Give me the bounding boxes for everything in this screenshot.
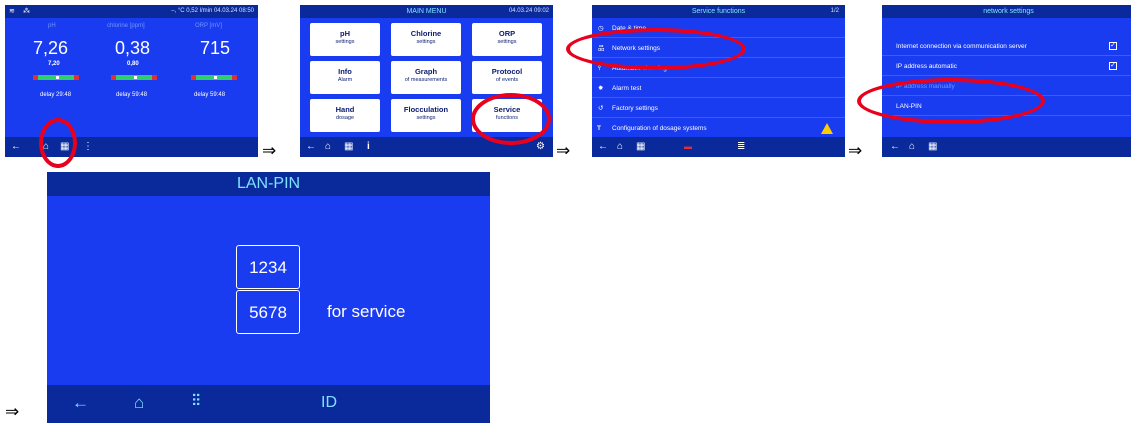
- gear-icon[interactable]: ⚙: [536, 137, 545, 157]
- title-bar: MAIN MENU 04.03.24 09:02: [300, 5, 553, 18]
- pin-field-1[interactable]: 1234: [236, 245, 300, 289]
- top-status-bar: ≋ ⁂ –, °C 0,52 l/min 04.03.24 08:50: [5, 5, 258, 18]
- tile-orp-settings[interactable]: ORP settings: [472, 23, 542, 56]
- highlight-circle-service-tile: [471, 93, 551, 145]
- highlight-circle-lan-pin: [857, 78, 1045, 124]
- flow-arrow-1: ⇒: [262, 141, 277, 161]
- tile-info-alarm[interactable]: Info Alarm: [310, 61, 380, 94]
- home-icon[interactable]: ⌂: [909, 137, 915, 157]
- back-arrow-icon[interactable]: ←: [11, 137, 21, 157]
- list-item-factory-settings[interactable]: ↺ Factory settings: [592, 99, 845, 118]
- id-button[interactable]: ID: [321, 394, 337, 412]
- flow-arrow-2: ⇒: [556, 141, 571, 161]
- menu-grid-icon[interactable]: ▦: [344, 137, 353, 157]
- checkbox-ip-automatic[interactable]: ✓: [1109, 62, 1117, 70]
- menu-grid-icon[interactable]: ▦: [636, 137, 645, 157]
- tile-chlorine-settings[interactable]: Chlorine settings: [391, 23, 461, 56]
- back-arrow-icon[interactable]: ←: [598, 137, 608, 157]
- back-arrow-icon[interactable]: ←: [72, 393, 89, 413]
- warning-icon: !: [821, 123, 833, 134]
- highlight-circle-menu: [39, 118, 77, 168]
- pin-field-2[interactable]: 5678: [236, 290, 300, 334]
- page-down-icon[interactable]: ≣: [737, 137, 745, 157]
- back-arrow-icon[interactable]: ←: [306, 137, 316, 157]
- network-icon: ⁂: [23, 8, 30, 15]
- chlorine-delay: delay 59:48: [116, 92, 148, 98]
- pool-icon: ≋: [9, 8, 15, 15]
- service-label: for service: [327, 302, 406, 321]
- tile-ph-settings[interactable]: pH settings: [310, 23, 380, 56]
- title-bar: network settings: [882, 5, 1131, 18]
- ph-setpoint: 7,20: [48, 61, 60, 67]
- screen-service-functions: Service functions 1/2 ◷ Date & time 品 Netw…: [592, 5, 845, 157]
- title-bar: LAN-PIN: [47, 172, 490, 196]
- ph-label: pH: [48, 23, 56, 29]
- status-readout: –, °C 0,52 l/min 04.03.24 08:50: [171, 8, 254, 14]
- chlorine-label: chlorine [ppm]: [107, 23, 145, 29]
- list-item-internet-connection[interactable]: Internet connection via communication se…: [882, 37, 1131, 56]
- home-icon[interactable]: ⌂: [134, 393, 144, 413]
- bottom-nav-bar: ← ⌂ ⫶⫶ ID: [47, 385, 490, 423]
- service-title: Service functions: [691, 8, 746, 15]
- home-icon[interactable]: ⌂: [617, 137, 623, 157]
- page-indicator: 1/2: [830, 8, 839, 14]
- menu-grid-icon[interactable]: ▦: [928, 137, 937, 157]
- info-icon[interactable]: i: [367, 137, 370, 157]
- screen-lan-pin: LAN-PIN 1234 5678 for service ← ⌂ ⫶⫶ ID: [47, 172, 490, 423]
- orp-delay: delay 59:48: [194, 92, 226, 98]
- tile-flocculation[interactable]: Flocculation settings: [391, 99, 461, 132]
- highlight-circle-network: [566, 28, 746, 70]
- list-item-alarm-test[interactable]: ✸ Alarm test: [592, 79, 845, 98]
- menu-datetime: 04.03.24 09:02: [508, 8, 549, 14]
- bottom-nav-bar: ← ⌂ ▦ ▬ ≣: [592, 137, 845, 157]
- title-bar: Service functions 1/2: [592, 5, 845, 18]
- back-arrow-icon[interactable]: ←: [890, 137, 900, 157]
- dosage-icon: T: [597, 125, 601, 132]
- ph-range-bar: [33, 75, 79, 80]
- tile-hand-dosage[interactable]: Hand dosage: [310, 99, 380, 132]
- orp-label: ORP [mV]: [195, 23, 222, 29]
- settings-sliders-icon[interactable]: ⫶⫶: [192, 393, 200, 411]
- alarm-light-icon: ✸: [598, 85, 604, 92]
- orp-range-bar: [191, 75, 237, 80]
- list-item-dosage-config[interactable]: TConfiguration of dosage systems !: [592, 119, 845, 138]
- chlorine-setpoint: 0,80: [127, 61, 139, 67]
- network-title: network settings: [983, 8, 1034, 15]
- ph-delay: delay 29:48: [40, 92, 72, 98]
- chlorine-value[interactable]: 0,38: [115, 38, 150, 59]
- flow-arrow-3: ⇒: [848, 141, 863, 161]
- info-icon[interactable]: ⋮: [83, 137, 93, 157]
- flow-arrow-4: ⇒: [5, 402, 20, 422]
- chlorine-range-bar: [111, 75, 157, 80]
- tile-graph[interactable]: Graph of measurements: [391, 61, 461, 94]
- list-item-ip-automatic[interactable]: IP address automatic ✓: [882, 57, 1131, 76]
- checkbox-internet-connection[interactable]: ✓: [1109, 42, 1117, 50]
- bottom-nav-bar: ← ⌂ ▦: [882, 137, 1131, 157]
- tile-protocol[interactable]: Protocol of events: [472, 61, 542, 94]
- home-icon[interactable]: ⌂: [325, 137, 331, 157]
- lan-pin-title: LAN-PIN: [236, 175, 301, 192]
- orp-value[interactable]: 715: [200, 38, 230, 59]
- ph-value[interactable]: 7,26: [33, 38, 68, 59]
- language-flag-icon[interactable]: ▬: [684, 137, 692, 157]
- reset-icon: ↺: [598, 105, 604, 112]
